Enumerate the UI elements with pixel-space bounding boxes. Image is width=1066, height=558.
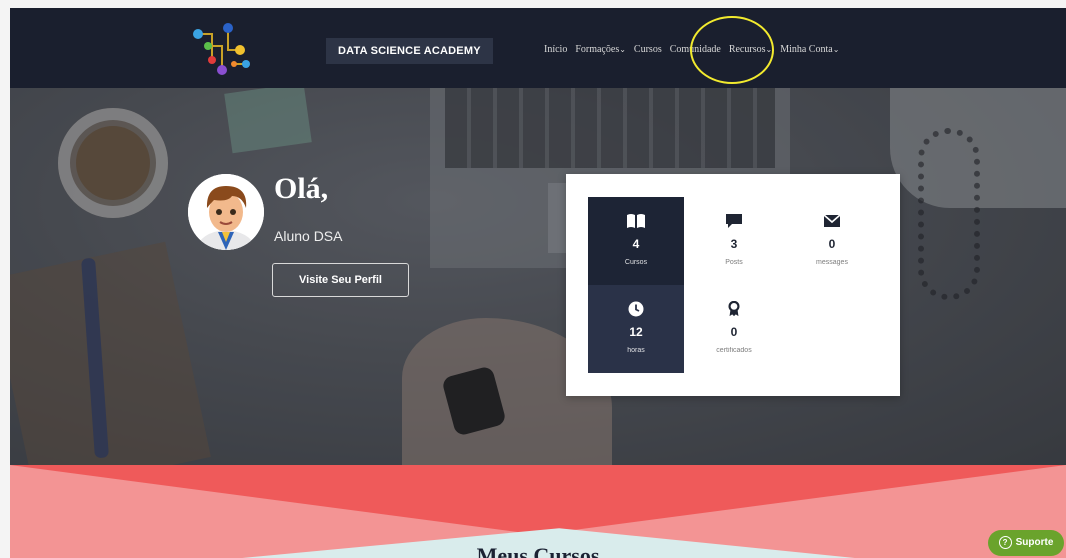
stat-cursos[interactable]: 4 Cursos [588, 197, 684, 285]
nav-item-inicio[interactable]: Início [544, 44, 567, 55]
stats-card: 4 Cursos 3 Posts 0 messages 12 horas 0 c… [566, 174, 900, 396]
nav-item-label: Cursos [633, 44, 662, 55]
username-label: Aluno DSA [274, 228, 343, 244]
page-frame: DATA SCIENCE ACADEMY Início Formações⌄ C… [10, 8, 1066, 558]
stat-value: 4 [632, 237, 640, 251]
stat-posts[interactable]: 3 Posts [686, 197, 782, 285]
stat-certificados[interactable]: 0 certificados [686, 285, 782, 373]
user-avatar-icon [188, 174, 264, 250]
stat-value: 3 [730, 237, 738, 251]
stat-value: 0 [828, 237, 836, 251]
nav-item-formacoes[interactable]: Formações⌄ [575, 44, 626, 55]
courses-section: Meus Cursos [10, 465, 1066, 558]
chevron-down-icon: ⌄ [832, 45, 840, 54]
avatar[interactable] [188, 174, 264, 250]
support-button[interactable]: ? Suporte [988, 530, 1064, 556]
highlight-annotation-circle [690, 16, 774, 84]
top-navbar: DATA SCIENCE ACADEMY Início Formações⌄ C… [10, 8, 1066, 88]
stat-value: 0 [730, 325, 738, 339]
nav-item-label: Minha Conta [780, 44, 833, 55]
stat-label: Cursos [624, 259, 648, 266]
greeting-heading: Olá, [274, 172, 329, 205]
stat-value: 12 [629, 325, 643, 339]
stat-horas[interactable]: 12 horas [588, 285, 684, 373]
support-label: Suporte [1015, 537, 1054, 548]
nav-item-cursos[interactable]: Cursos [634, 44, 662, 55]
stat-label: certificados [716, 347, 752, 354]
brand-label[interactable]: DATA SCIENCE ACADEMY [326, 38, 493, 64]
nav-item-minha-conta[interactable]: Minha Conta⌄ [780, 44, 839, 55]
stat-label: Posts [725, 259, 743, 266]
stat-messages[interactable]: 0 messages [784, 197, 880, 285]
visit-profile-button[interactable]: Visite Seu Perfil [272, 263, 409, 297]
nav-item-label: Formações [575, 44, 620, 55]
logo-icon[interactable] [188, 20, 258, 78]
question-icon: ? [998, 536, 1012, 549]
stat-label: horas [627, 347, 645, 354]
clock-icon [628, 301, 644, 317]
chevron-down-icon: ⌄ [619, 45, 626, 54]
envelope-icon [823, 214, 841, 227]
book-icon [627, 214, 645, 228]
section-title: Meus Cursos [476, 543, 600, 558]
nav-item-label: Início [544, 44, 568, 55]
comment-icon [726, 214, 742, 228]
stat-label: messages [816, 259, 848, 266]
hero-overlay [10, 88, 1066, 465]
award-icon [728, 301, 740, 317]
hero-banner: Olá, Aluno DSA Visite Seu Perfil 4 Curso… [10, 88, 1066, 465]
